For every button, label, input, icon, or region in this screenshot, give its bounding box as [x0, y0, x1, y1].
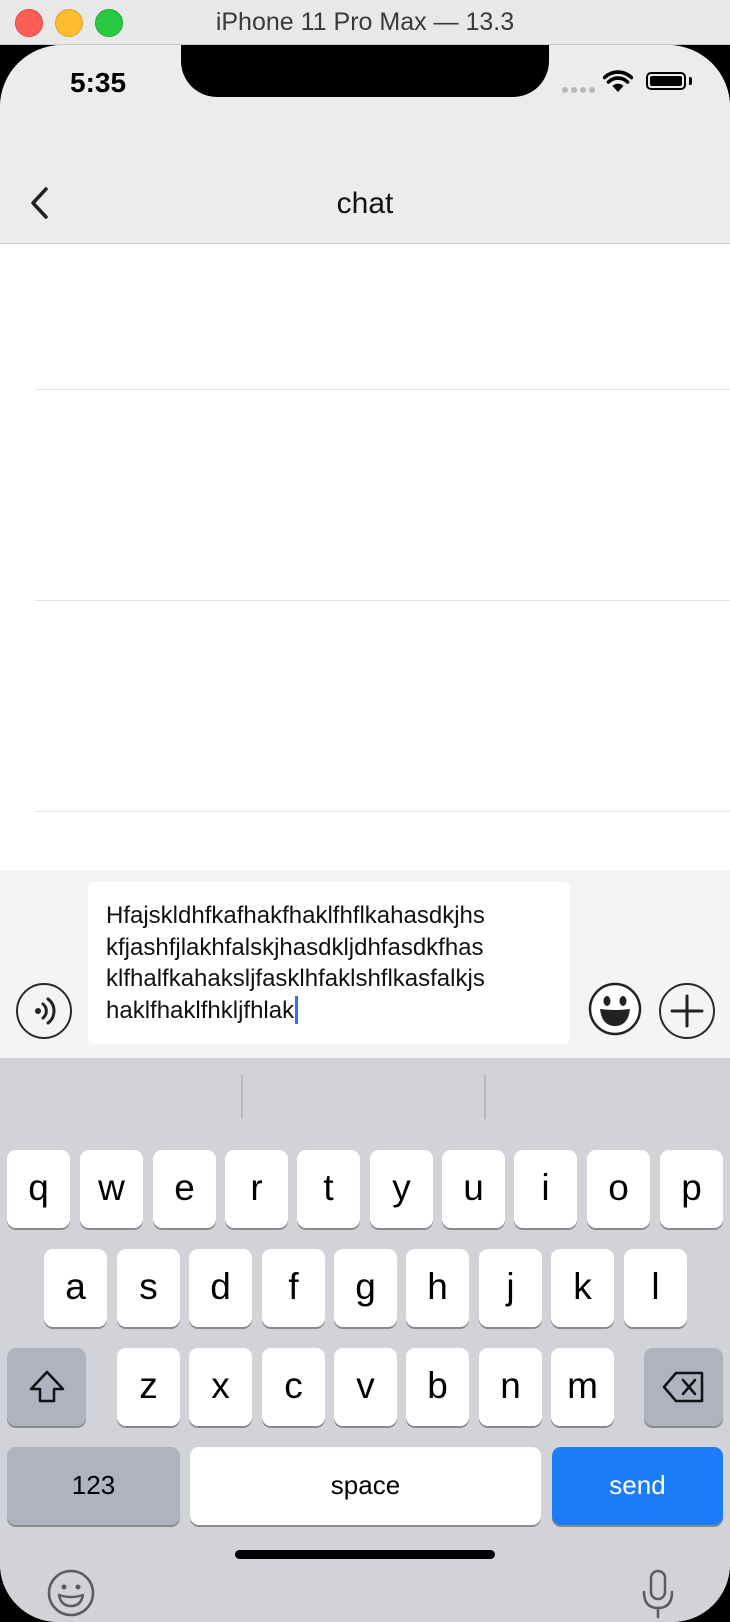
- voice-input-button[interactable]: [16, 983, 72, 1039]
- key-t[interactable]: t: [297, 1150, 360, 1228]
- key-j[interactable]: j: [479, 1249, 542, 1327]
- numbers-key[interactable]: 123: [7, 1447, 180, 1525]
- key-g[interactable]: g: [334, 1249, 397, 1327]
- message-text-line: Hfajskldhfkafhakfhaklfhflkahasdkjhs: [106, 902, 485, 929]
- send-key[interactable]: send: [552, 1447, 723, 1525]
- space-key[interactable]: space: [190, 1447, 541, 1525]
- simulator-titlebar: iPhone 11 Pro Max — 13.3: [0, 0, 730, 45]
- key-b[interactable]: b: [406, 1348, 469, 1426]
- prediction-divider: [241, 1075, 243, 1119]
- key-s[interactable]: s: [117, 1249, 180, 1327]
- device-screen: 5:35 chat Hfajskldhfkafhakfhaklfhflkahas…: [0, 45, 730, 1622]
- key-n[interactable]: n: [479, 1348, 542, 1426]
- page-title: chat: [336, 187, 394, 220]
- key-h[interactable]: h: [406, 1249, 469, 1327]
- voice-wave-icon: [35, 997, 56, 1025]
- key-f[interactable]: f: [262, 1249, 325, 1327]
- key-q[interactable]: q: [7, 1150, 70, 1228]
- message-text-line: kfjashfjlakhfalskjhasdkljdhfasdkfhas: [106, 933, 484, 961]
- key-d[interactable]: d: [189, 1249, 252, 1327]
- key-p[interactable]: p: [660, 1150, 723, 1228]
- wifi-icon: [603, 70, 633, 92]
- list-divider: [35, 389, 730, 390]
- key-w[interactable]: w: [80, 1150, 143, 1228]
- software-keyboard: q w e r t y u i o p a s d f g h j k l z …: [0, 1058, 730, 1622]
- key-m[interactable]: m: [551, 1348, 614, 1426]
- message-text: Hfajskldhfkafhakfhaklfhflkahasdkjhs kfja…: [106, 900, 562, 1026]
- key-r[interactable]: r: [225, 1150, 288, 1228]
- add-attachment-button[interactable]: [659, 983, 715, 1039]
- keyboard-emoji-icon[interactable]: [46, 1568, 96, 1618]
- key-e[interactable]: e: [153, 1150, 216, 1228]
- list-divider: [35, 600, 730, 601]
- key-z[interactable]: z: [117, 1348, 180, 1426]
- key-k[interactable]: k: [551, 1249, 614, 1327]
- backspace-icon: [662, 1371, 703, 1403]
- delete-key[interactable]: [644, 1348, 723, 1426]
- shift-arrow-icon: [29, 1370, 64, 1403]
- signal-dots-icon: [562, 87, 598, 93]
- key-i[interactable]: i: [514, 1150, 577, 1228]
- window-title: iPhone 11 Pro Max — 13.3: [215, 8, 515, 36]
- message-input-bar: Hfajskldhfkafhakfhaklfhflkahasdkjhs kfja…: [0, 870, 730, 1058]
- battery-tip: [689, 77, 692, 85]
- dictation-mic-icon[interactable]: [640, 1568, 676, 1620]
- nav-bar: chat: [0, 145, 730, 244]
- key-l[interactable]: l: [624, 1249, 687, 1327]
- key-x[interactable]: x: [189, 1348, 252, 1426]
- key-v[interactable]: v: [334, 1348, 397, 1426]
- plus-icon: [670, 994, 704, 1028]
- device-notch: [181, 45, 549, 97]
- message-text-field[interactable]: Hfajskldhfkafhakfhaklfhflkahasdkjhs kfja…: [88, 882, 570, 1044]
- battery-icon: [646, 72, 686, 90]
- status-time: 5:35: [70, 67, 127, 98]
- message-text-line: klfhalfkahaksljfasklhfaklshflkasfalkjs: [106, 965, 485, 992]
- text-cursor: [295, 995, 299, 1024]
- key-u[interactable]: u: [442, 1150, 505, 1228]
- list-divider: [35, 811, 730, 812]
- emoji-picker-button[interactable]: [588, 982, 642, 1036]
- key-o[interactable]: o: [587, 1150, 650, 1228]
- shift-key[interactable]: [7, 1348, 86, 1426]
- home-indicator[interactable]: [235, 1550, 495, 1559]
- key-c[interactable]: c: [262, 1348, 325, 1426]
- message-text-line: haklfhaklfhkljfhlak: [106, 996, 295, 1024]
- key-y[interactable]: y: [370, 1150, 433, 1228]
- prediction-divider: [484, 1075, 486, 1119]
- key-a[interactable]: a: [44, 1249, 107, 1327]
- chat-message-list[interactable]: [0, 244, 730, 870]
